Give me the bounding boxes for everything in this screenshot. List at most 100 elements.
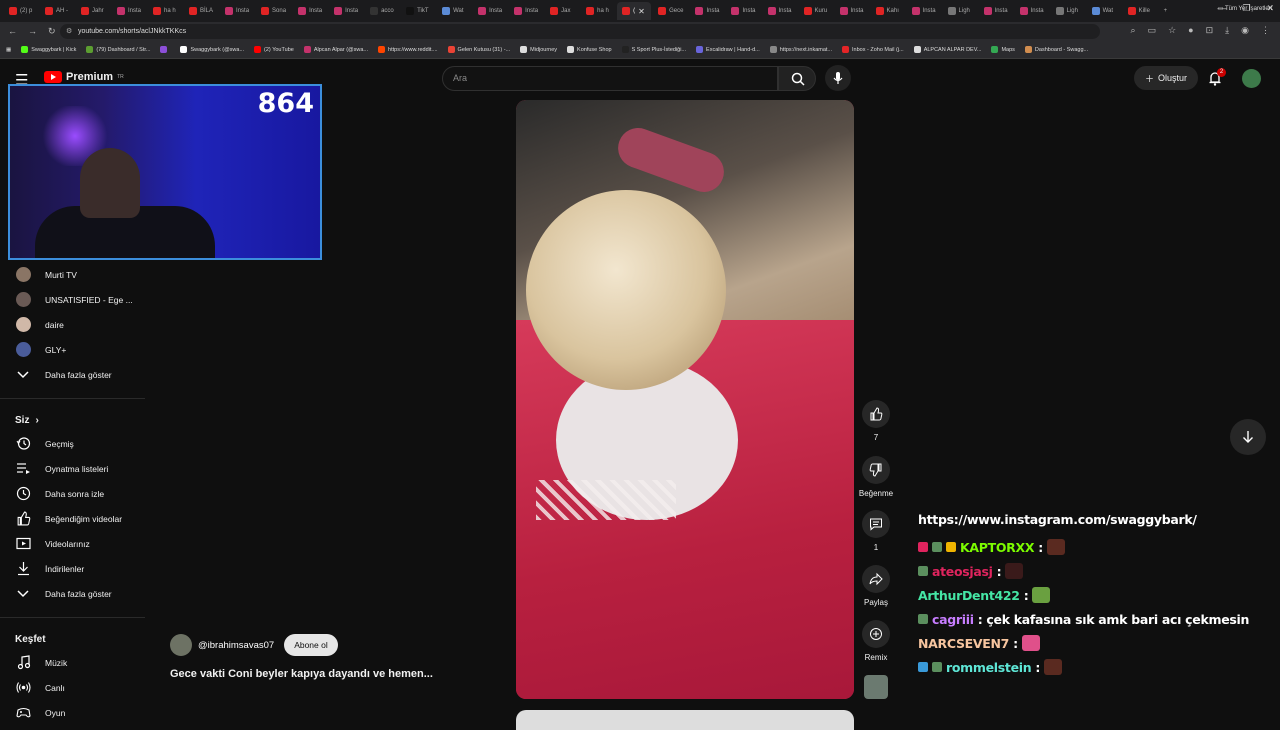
sidebar-item-history[interactable]: Geçmiş — [0, 431, 145, 456]
dislike-button[interactable] — [862, 456, 890, 484]
browser-tab[interactable]: Kahı — [871, 2, 905, 20]
new-tab-button[interactable]: + — [1159, 2, 1193, 20]
browser-tab[interactable]: Sona — [256, 2, 291, 20]
browser-tab[interactable]: Insta — [835, 2, 869, 20]
search-button[interactable] — [778, 66, 816, 91]
sidebar-subscription-item[interactable]: UNSATISFIED - Ege ... — [0, 287, 145, 312]
browser-tab[interactable]: Insta — [726, 2, 760, 20]
like-button[interactable] — [862, 400, 890, 428]
sidebar-subscription-item[interactable]: GLY+ — [0, 337, 145, 362]
browser-tab[interactable]: Insta — [979, 2, 1013, 20]
browser-tab[interactable]: Jahr — [76, 2, 110, 20]
apps-grid-icon[interactable]: ▦ — [6, 47, 11, 53]
extensions-icon[interactable]: ● — [1188, 25, 1193, 36]
browser-tab[interactable]: Kuru — [799, 2, 833, 20]
browser-tab[interactable]: Insta — [907, 2, 941, 20]
short-video-player[interactable] — [516, 100, 854, 699]
bookmark-item[interactable] — [160, 46, 170, 53]
browser-tab[interactable]: Gece — [653, 2, 688, 20]
short-title[interactable]: Gece vakti Coni beyler kapıya dayandı ve… — [170, 668, 433, 680]
bookmark-item[interactable]: Konfuse Shop — [567, 46, 612, 53]
bookmark-item[interactable]: Excalidraw | Hand-d... — [696, 46, 760, 53]
share-button[interactable] — [862, 565, 890, 593]
browser-tab[interactable]: Insta — [690, 2, 724, 20]
browser-tab[interactable]: Jax — [545, 2, 579, 20]
browser-tab[interactable]: Insta — [473, 2, 507, 20]
sidebar-subscription-item[interactable]: daire — [0, 312, 145, 337]
bookmark-item[interactable]: Dashboard - Swagg... — [1024, 46, 1088, 53]
browser-tab[interactable]: BİLA — [184, 2, 218, 20]
close-tab-icon[interactable]: ✕ — [638, 7, 645, 16]
you-section-header[interactable]: Siz › — [0, 409, 145, 431]
creator-avatar[interactable] — [170, 634, 192, 656]
next-short-button[interactable] — [1230, 419, 1266, 455]
bookmark-item[interactable]: Swaggybark | Kick — [21, 46, 76, 53]
bookmark-item[interactable]: Swaggybark (@swa... — [180, 46, 244, 53]
browser-tab[interactable]: Insta — [112, 2, 146, 20]
browser-tab[interactable]: (2) p — [4, 2, 38, 20]
bookmark-item[interactable]: Maps — [991, 46, 1015, 53]
creator-handle[interactable]: @ibrahimsavas07 — [198, 640, 274, 651]
url-input[interactable]: ⚙ youtube.com/shorts/aclJNkkTKKcs — [60, 24, 1100, 39]
reload-icon[interactable]: ↻ — [48, 26, 56, 37]
sidebar-item-live[interactable]: Canlı — [0, 675, 145, 700]
browser-tab[interactable]: AH - — [40, 2, 74, 20]
browser-tab[interactable]: ha h — [581, 2, 615, 20]
browser-tab[interactable]: TikT — [401, 2, 435, 20]
bookmark-item[interactable]: Alpcan Alpar (@swa... — [303, 46, 368, 53]
next-short-preview[interactable] — [516, 710, 854, 730]
site-info-icon[interactable]: ⚙ — [66, 27, 72, 35]
all-bookmarks-link[interactable]: ▭ Tüm Yer İşaretleri — [1218, 5, 1272, 12]
browser-tab[interactable]: Wat — [437, 2, 471, 20]
zoom-icon[interactable]: ⌕ — [1131, 25, 1136, 36]
sidebar-item-gaming[interactable]: Oyun — [0, 700, 145, 725]
download-icon[interactable]: ⤓ — [1225, 25, 1229, 36]
create-button[interactable]: ＋ Oluştur — [1134, 66, 1198, 90]
sidebar-subscription-item[interactable]: Murti TV — [0, 262, 145, 287]
bookmark-item[interactable]: S Sport Plus-İstediği... — [621, 46, 686, 53]
bookmark-item[interactable]: (79) Dashboard / Str... — [86, 46, 150, 53]
subscribe-button[interactable]: Abone ol — [284, 634, 338, 656]
sidebar-item-music[interactable]: Müzik — [0, 650, 145, 675]
browser-tab[interactable]: ha h — [148, 2, 182, 20]
bookmark-star-icon[interactable]: ☆ — [1168, 25, 1176, 36]
show-more-subscriptions[interactable]: Daha fazla göster — [0, 362, 145, 387]
voice-search-button[interactable] — [825, 65, 851, 91]
browser-tab[interactable]: acco — [365, 2, 399, 20]
browser-tab[interactable]: Ligh — [1051, 2, 1085, 20]
sidebar-item-liked[interactable]: Beğendiğim videolar — [0, 506, 145, 531]
account-avatar[interactable] — [1242, 69, 1261, 88]
bookmark-item[interactable]: Midjourney — [520, 46, 557, 53]
browser-tab[interactable]: Insta — [220, 2, 254, 20]
sidebar-item-your-videos[interactable]: Videolarınız — [0, 531, 145, 556]
youtube-premium-logo[interactable]: Premium TR — [44, 71, 124, 83]
browser-tab[interactable]: Kille — [1123, 2, 1157, 20]
bookmark-item[interactable]: https://www.reddit.... — [378, 46, 438, 53]
extension-puzzle-icon[interactable]: ⊡ — [1206, 25, 1214, 36]
remix-button[interactable] — [862, 620, 890, 648]
browser-tab[interactable]: Insta — [509, 2, 543, 20]
sidebar-item-playlists[interactable]: Oynatma listeleri — [0, 456, 145, 481]
browser-tab[interactable]: Wat — [1087, 2, 1121, 20]
cast-icon[interactable]: ▭ — [1148, 25, 1157, 36]
forward-icon[interactable]: → — [28, 26, 37, 37]
bookmark-item[interactable]: Inbox - Zoho Mail (j... — [842, 46, 904, 53]
search-input[interactable]: Ara — [442, 66, 778, 91]
sidebar-item-downloads[interactable]: İndirilenler — [0, 556, 145, 581]
browser-tab[interactable]: (✕ — [617, 2, 652, 20]
bookmark-item[interactable]: Gelen Kutusu (31) -... — [447, 46, 510, 53]
sound-thumbnail[interactable] — [864, 675, 888, 699]
comments-button[interactable] — [862, 510, 890, 538]
bookmark-item[interactable]: (2) YouTube — [254, 46, 294, 53]
back-icon[interactable]: ← — [8, 26, 17, 37]
browser-tab[interactable]: Insta — [763, 2, 797, 20]
sidebar-item-watch-later[interactable]: Daha sonra izle — [0, 481, 145, 506]
profile-icon[interactable]: ◉ — [1241, 25, 1249, 36]
browser-tab[interactable]: Insta — [293, 2, 327, 20]
browser-tab[interactable]: Ligh — [943, 2, 977, 20]
bookmark-item[interactable]: https://next.inkamat... — [769, 46, 832, 53]
menu-dots-icon[interactable]: ⋮ — [1261, 25, 1270, 36]
browser-tab[interactable]: Insta — [329, 2, 363, 20]
show-more-you[interactable]: Daha fazla göster — [0, 581, 145, 606]
browser-tab[interactable]: Insta — [1015, 2, 1049, 20]
